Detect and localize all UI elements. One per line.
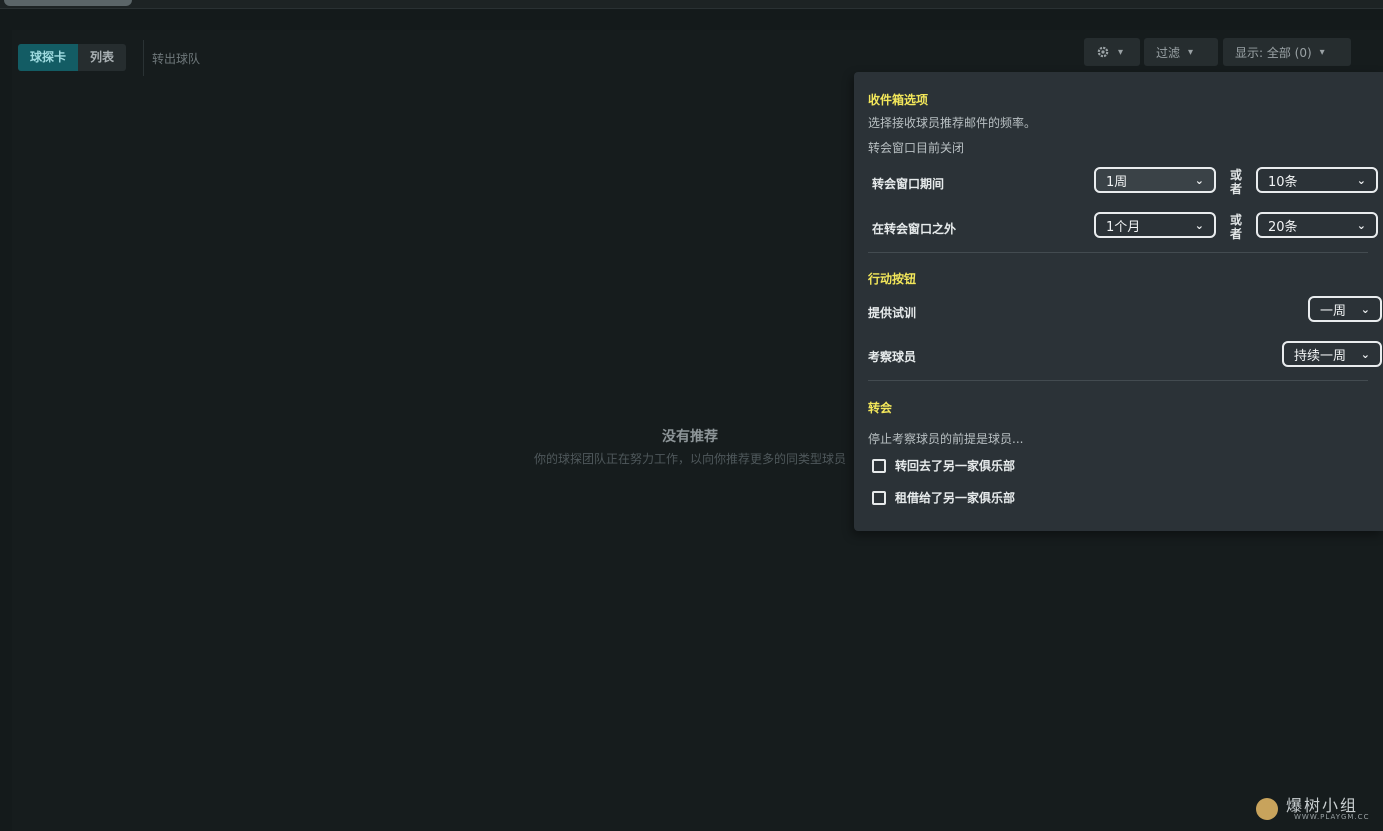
period-value: 1个月 — [1106, 219, 1141, 235]
period-value: 1周 — [1106, 174, 1128, 190]
chevron-down-icon: ⌄ — [1356, 218, 1366, 232]
checkbox-label: 租借给了另一家俱乐部 — [895, 491, 1016, 505]
divider — [143, 40, 144, 76]
scout-duration-value: 持续一周 — [1294, 348, 1347, 364]
inbox-options-title: 收件箱选项 — [868, 93, 929, 107]
transfer-desc: 停止考察球员的前提是球员... — [868, 432, 1024, 446]
settings-panel: 收件箱选项 选择接收球员推荐邮件的频率。 转会窗口目前关闭 转会窗口期间 1周 … — [854, 72, 1383, 531]
count-select-window-closed[interactable]: 20条 ⌄ — [1256, 212, 1378, 238]
count-select-window-open[interactable]: 10条 ⌄ — [1256, 167, 1378, 193]
chevron-down-icon: ▾ — [1188, 46, 1194, 58]
action-buttons-title: 行动按钮 — [868, 272, 917, 286]
trial-duration-value: 一周 — [1320, 303, 1347, 319]
period-select-window-open[interactable]: 1周 ⌄ — [1094, 167, 1216, 193]
chevron-down-icon: ⌄ — [1356, 173, 1366, 187]
chevron-down-icon: ⌄ — [1360, 302, 1370, 316]
header-thumbnail — [4, 0, 132, 6]
trial-label: 提供试训 — [868, 306, 917, 320]
or-char: 或 — [1229, 213, 1242, 227]
chevron-down-icon: ⌄ — [1194, 173, 1204, 187]
trial-duration-select[interactable]: 一周 ⌄ — [1308, 296, 1382, 322]
scout-label: 考察球员 — [868, 350, 917, 364]
inbox-options-desc: 选择接收球员推荐邮件的频率。 — [868, 116, 1037, 130]
checkbox[interactable] — [872, 458, 886, 473]
divider — [868, 252, 1368, 253]
or-char: 者 — [1229, 182, 1242, 196]
chevron-down-icon: ⌄ — [1194, 218, 1204, 232]
gear-icon — [1097, 46, 1109, 58]
show-dropdown[interactable]: 显示: 全部 (0) ▾ — [1223, 38, 1351, 66]
filter-button[interactable]: 过滤 ▾ — [1144, 38, 1218, 66]
settings-button[interactable]: ▾ — [1084, 38, 1140, 66]
period-select-window-closed[interactable]: 1个月 ⌄ — [1094, 212, 1216, 238]
chevron-down-icon: ▾ — [1118, 46, 1124, 58]
chevron-down-icon: ⌄ — [1360, 347, 1370, 361]
or-char: 者 — [1229, 227, 1242, 241]
watermark-url: WWW.PLAYGM.CC — [1294, 813, 1370, 821]
count-value: 10条 — [1268, 174, 1298, 190]
transfer-out-link[interactable]: 转出球队 — [152, 50, 200, 67]
divider — [868, 380, 1368, 381]
transfer-title: 转会 — [868, 401, 893, 415]
top-strip — [0, 0, 1383, 9]
or-char: 或 — [1229, 168, 1242, 182]
count-value: 20条 — [1268, 219, 1298, 235]
filter-label: 过滤 — [1156, 45, 1181, 60]
window-status: 转会窗口目前关闭 — [868, 141, 965, 155]
checkbox-returned[interactable]: 转回去了另一家俱乐部 — [872, 457, 1015, 474]
view-toggle: 球探卡 列表 — [18, 44, 127, 71]
tab-list[interactable]: 列表 — [78, 44, 126, 71]
or-label: 或 者 — [1229, 168, 1243, 196]
tab-scout-card[interactable]: 球探卡 — [18, 44, 79, 71]
watermark: 爆树小组 WWW.PLAYGM.CC — [1256, 792, 1378, 824]
checkbox[interactable] — [872, 490, 886, 505]
watermark-logo-icon — [1256, 798, 1278, 820]
show-label: 显示: 全部 (0) — [1235, 45, 1312, 60]
checkbox-loaned[interactable]: 租借给了另一家俱乐部 — [872, 489, 1015, 506]
chevron-down-icon: ▾ — [1319, 46, 1325, 58]
scout-duration-select[interactable]: 持续一周 ⌄ — [1282, 341, 1382, 367]
or-label: 或 者 — [1229, 213, 1243, 241]
checkbox-label: 转回去了另一家俱乐部 — [895, 459, 1016, 473]
row-label-window-open: 转会窗口期间 — [872, 177, 945, 191]
row-label-window-closed: 在转会窗口之外 — [872, 222, 957, 236]
